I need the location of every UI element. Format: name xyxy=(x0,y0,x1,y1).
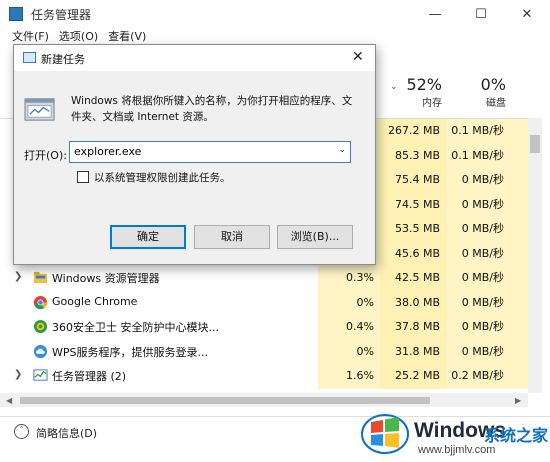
row-memory: 74.5 MB xyxy=(380,192,446,217)
column-disk[interactable]: 0% 磁盘 xyxy=(446,75,506,115)
row-disk: 0 MB/秒 xyxy=(446,290,510,315)
row-memory: 267.2 MB xyxy=(380,119,446,144)
admin-checkbox[interactable] xyxy=(77,171,89,183)
expand-chevron-icon[interactable]: ❯ xyxy=(14,369,22,380)
memory-percent: 52% xyxy=(406,75,442,94)
menu-view[interactable]: 查看(V) xyxy=(108,30,146,43)
row-cpu: 0.3% xyxy=(318,266,380,291)
row-memory: 31.8 MB xyxy=(380,339,446,364)
row-memory: 75.4 MB xyxy=(380,168,446,193)
folder-icon xyxy=(33,271,48,284)
dialog-title: 新建任务 xyxy=(41,53,85,66)
vertical-scroll-thumb[interactable] xyxy=(530,135,540,153)
disk-percent: 0% xyxy=(480,75,506,94)
shield-icon xyxy=(33,319,48,334)
dialog-close-button[interactable]: ✕ xyxy=(352,49,364,65)
row-disk: 0 MB/秒 xyxy=(446,168,510,193)
new-task-dialog: 新建任务 ✕ Windows 将根据你所键入的名称，为你打开相应的程序、文件夹、… xyxy=(13,44,376,265)
cloud-icon xyxy=(33,344,48,358)
process-name: Windows 资源管理器 xyxy=(52,272,160,285)
window-title: 任务管理器 xyxy=(31,8,92,22)
row-disk: 0 MB/秒 xyxy=(446,266,510,291)
row-memory: 85.3 MB xyxy=(380,143,446,168)
open-input-value[interactable]: explorer.exe xyxy=(74,145,141,158)
row-cpu: 0.4% xyxy=(318,315,380,340)
row-disk: 0 MB/秒 xyxy=(446,217,510,242)
menu-file[interactable]: 文件(F) xyxy=(12,30,49,43)
close-button[interactable]: ✕ xyxy=(504,0,550,28)
maximize-button[interactable]: ☐ xyxy=(458,0,504,28)
column-memory[interactable]: 52% 内存 xyxy=(380,75,442,115)
open-label: 打开(O): xyxy=(24,149,67,162)
row-disk: 0 MB/秒 xyxy=(446,315,510,340)
process-name: 360安全卫士 安全防护中心模块... xyxy=(52,321,219,334)
table-row[interactable]: WPS服务程序，提供服务登录... 0% 31.8 MB 0 MB/秒 xyxy=(0,339,528,364)
browse-button[interactable]: 浏览(B)... xyxy=(277,225,353,249)
memory-label: 内存 xyxy=(422,98,442,109)
row-memory: 37.8 MB xyxy=(380,315,446,340)
task-manager-icon xyxy=(33,369,48,381)
windows-logo-icon xyxy=(361,414,409,454)
expand-chevron-icon[interactable]: ❯ xyxy=(14,271,22,282)
collapse-up-icon[interactable]: ˄ xyxy=(14,424,29,439)
run-icon xyxy=(23,52,36,63)
process-name: WPS服务程序，提供服务登录... xyxy=(52,345,208,359)
dialog-title-bar: 新建任务 ✕ xyxy=(14,45,375,71)
row-memory: 42.5 MB xyxy=(380,266,446,291)
fewer-details-link[interactable]: 简略信息(D) xyxy=(36,425,97,441)
admin-checkbox-label[interactable]: 以系统管理权限创建此任务。 xyxy=(94,170,231,185)
dialog-description: Windows 将根据你所键入的名称，为你打开相应的程序、文件夹、文档或 Int… xyxy=(71,95,353,123)
task-manager-icon xyxy=(9,7,23,21)
cancel-button[interactable]: 取消 xyxy=(194,225,270,249)
row-disk: 0.2 MB/秒 xyxy=(446,364,510,389)
row-cpu: 0% xyxy=(318,290,380,315)
vertical-scrollbar[interactable] xyxy=(528,118,542,393)
chrome-icon xyxy=(33,295,48,309)
scroll-left-icon[interactable]: ◀ xyxy=(6,396,12,405)
row-memory: 38.0 MB xyxy=(380,290,446,315)
disk-label: 磁盘 xyxy=(486,98,506,109)
minimize-button[interactable]: — xyxy=(412,0,458,28)
process-name: 任务管理器 (2) xyxy=(52,370,127,383)
chevron-down-icon[interactable]: ⌄ xyxy=(338,145,346,155)
row-disk: 0.1 MB/秒 xyxy=(446,143,510,168)
scroll-right-icon[interactable]: ▶ xyxy=(515,396,521,405)
table-row[interactable]: ❯ 任务管理器 (2) 1.6% 25.2 MB 0.2 MB/秒 xyxy=(0,364,528,389)
row-disk: 0 MB/秒 xyxy=(446,241,510,266)
row-cpu: 1.6% xyxy=(318,364,380,389)
horizontal-scroll-thumb[interactable] xyxy=(20,397,430,404)
row-memory: 53.5 MB xyxy=(380,217,446,242)
ok-button[interactable]: 确定 xyxy=(110,225,186,249)
row-memory: 25.2 MB xyxy=(380,364,446,389)
run-program-icon xyxy=(24,98,55,121)
title-bar: 任务管理器 — ☐ ✕ xyxy=(0,0,550,28)
menu-options[interactable]: 选项(O) xyxy=(59,30,98,43)
table-row[interactable]: 360安全卫士 安全防护中心模块... 0.4% 37.8 MB 0 MB/秒 xyxy=(0,315,528,340)
watermark-url: www.bjjmlv.com xyxy=(418,444,496,456)
open-input[interactable]: explorer.exe ⌄ xyxy=(69,141,351,163)
row-cpu: 0% xyxy=(318,339,380,364)
row-disk: 0.1 MB/秒 xyxy=(446,119,510,144)
row-memory: 45.6 MB xyxy=(380,241,446,266)
table-row[interactable]: ❯ Windows 资源管理器 0.3% 42.5 MB 0 MB/秒 xyxy=(0,266,528,291)
process-name: Google Chrome xyxy=(52,294,138,308)
watermark-suffix: 系统之家 xyxy=(484,426,549,445)
row-disk: 0 MB/秒 xyxy=(446,339,510,364)
row-disk: 0 MB/秒 xyxy=(446,192,510,217)
table-row[interactable]: Google Chrome 0% 38.0 MB 0 MB/秒 xyxy=(0,290,528,315)
